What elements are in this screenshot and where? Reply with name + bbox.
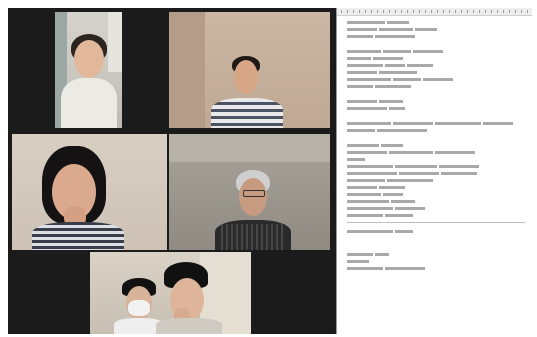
doc-text-line — [347, 128, 525, 132]
doc-text-line — [347, 77, 525, 81]
doc-text-line — [347, 27, 525, 31]
doc-text-line — [347, 229, 525, 233]
doc-text-line — [347, 150, 525, 154]
shared-document-panel — [336, 8, 532, 334]
doc-text-line — [347, 20, 525, 24]
doc-text-line — [347, 84, 525, 88]
doc-text-line — [347, 213, 525, 217]
participant-video — [169, 12, 330, 128]
doc-text-line — [347, 99, 525, 103]
doc-text-line — [347, 121, 525, 125]
participant-video — [55, 12, 122, 128]
doc-text-line — [347, 252, 525, 256]
doc-text-line — [347, 70, 525, 74]
doc-text-line — [347, 143, 525, 147]
doc-text-line — [347, 171, 525, 175]
participant-tile-middle-right[interactable] — [169, 134, 330, 250]
participant-video — [169, 134, 330, 250]
document-ruler — [337, 8, 532, 16]
doc-text-line — [347, 157, 525, 161]
doc-text-line — [347, 259, 525, 263]
doc-text-line — [347, 266, 525, 270]
participant-tile-top-right[interactable] — [169, 12, 330, 128]
participant-video — [90, 252, 251, 334]
doc-text-line — [347, 49, 525, 53]
doc-text-line — [347, 106, 525, 110]
doc-text-line — [347, 206, 525, 210]
participant-tile-bottom-center[interactable] — [90, 252, 251, 334]
video-grid — [8, 8, 334, 334]
doc-text-line — [347, 34, 525, 38]
doc-text-line — [347, 192, 525, 196]
doc-text-line — [347, 199, 525, 203]
video-meeting-window — [8, 8, 532, 334]
participant-tile-top-left[interactable] — [55, 12, 122, 128]
doc-text-line — [347, 164, 525, 168]
participant-video — [12, 134, 167, 250]
doc-divider — [347, 222, 525, 223]
doc-text-line — [347, 178, 525, 182]
doc-text-line — [347, 56, 525, 60]
participant-tile-middle-left[interactable] — [12, 134, 167, 250]
doc-text-line — [347, 63, 525, 67]
doc-text-line — [347, 185, 525, 189]
document-body[interactable] — [337, 20, 532, 273]
